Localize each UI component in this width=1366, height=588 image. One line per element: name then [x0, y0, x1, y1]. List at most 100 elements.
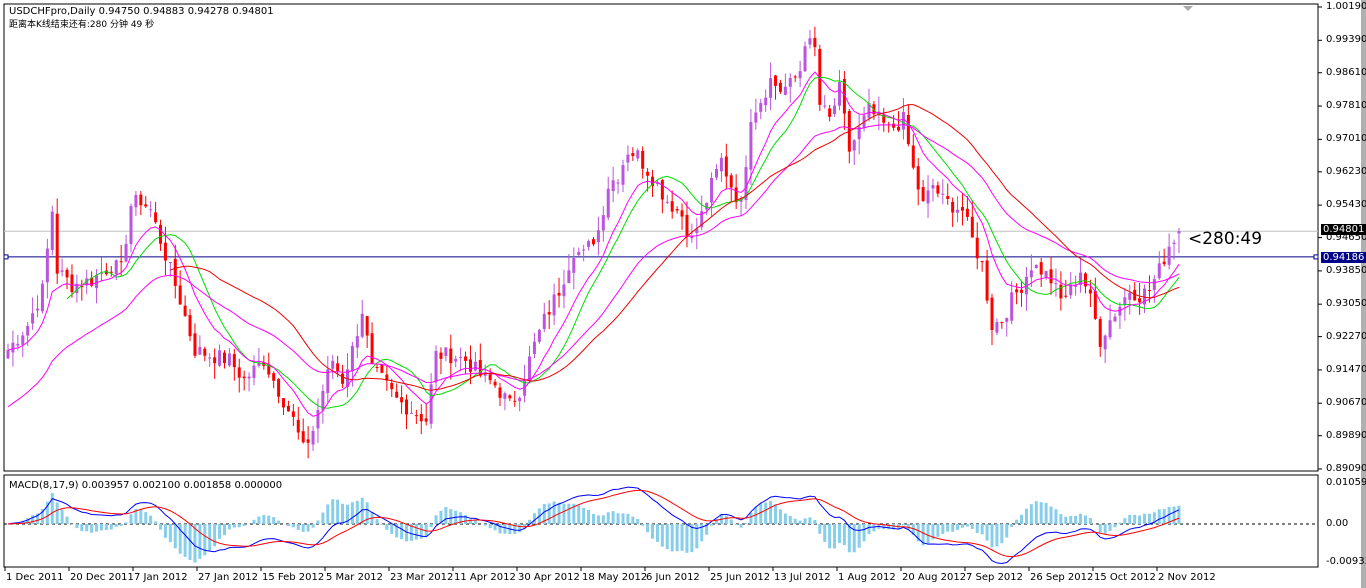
candle-body [764, 97, 768, 106]
macd-histogram-bar [1020, 514, 1024, 524]
macd-histogram-bar [601, 515, 605, 524]
candle-body [1044, 271, 1048, 277]
candle-body [439, 352, 443, 359]
candle-body [272, 373, 276, 381]
candle-body [341, 373, 345, 384]
candle-body [163, 242, 167, 261]
candle-body [901, 111, 905, 130]
candle-body [1015, 289, 1019, 293]
candle-body [670, 201, 674, 212]
macd-histogram-bar [336, 499, 340, 524]
macd-histogram-bar [729, 519, 733, 524]
price-axis-label: 0.93850 [1326, 264, 1366, 276]
candle-body [562, 284, 566, 297]
macd-histogram-bar [1064, 516, 1068, 524]
price-axis-label: 0.92270 [1326, 330, 1366, 342]
macd-histogram-bar [104, 524, 108, 530]
macd-axis-zero: 0.00 [1326, 518, 1349, 529]
candle-body [129, 206, 133, 245]
candle-body [936, 185, 940, 194]
price-axis-label: 0.89090 [1326, 463, 1366, 474]
candle-body [1049, 269, 1053, 284]
macd-histogram-bar [65, 516, 69, 524]
candle-body [572, 258, 576, 273]
candle-body [1088, 289, 1092, 294]
macd-histogram-bar [1118, 522, 1122, 524]
macd-histogram-bar [129, 514, 133, 524]
candle-body [1093, 290, 1097, 319]
candle-body [778, 82, 782, 92]
candle-body [498, 387, 502, 398]
price-axis-label: 1.00190 [1326, 1, 1366, 12]
candle-body [788, 78, 792, 87]
candle-body [547, 312, 551, 315]
macd-histogram-bar [803, 518, 807, 524]
macd-histogram-bar [124, 522, 128, 524]
mt4-chart-window[interactable]: USDCHFpro,Daily 0.94750 0.94883 0.94278 … [0, 0, 1366, 588]
macd-histogram-bar [119, 524, 123, 527]
candle-body [960, 207, 964, 211]
candle-body [783, 86, 787, 95]
candle-body [65, 269, 69, 278]
candle-body [1005, 317, 1009, 322]
candle-body [70, 274, 74, 293]
candle-body [769, 78, 773, 98]
macd-histogram-bar [473, 520, 477, 524]
macd-axis-min: -0.00933 [1326, 556, 1366, 567]
candle-body [50, 211, 54, 250]
macd-histogram-bar [60, 509, 64, 524]
macd-histogram-bar [587, 510, 591, 524]
candle-body [680, 210, 684, 217]
price-axis-label: 0.89890 [1326, 429, 1366, 441]
candle-body [1152, 279, 1156, 290]
macd-histogram-bar [695, 524, 699, 549]
macd-histogram-bar [1044, 502, 1048, 524]
macd-histogram-bar [1079, 513, 1083, 524]
macd-histogram-bar [680, 524, 684, 551]
date-axis-label: 26 Sep 2012 [1030, 572, 1094, 583]
macd-histogram-bar [1049, 506, 1053, 524]
macd-histogram-bar [1024, 508, 1028, 524]
macd-histogram-bar [483, 524, 487, 526]
macd-histogram-bar [1000, 524, 1004, 544]
candle-body [946, 196, 950, 199]
candle-body [222, 352, 226, 364]
candle-body [144, 204, 148, 207]
candle-body [921, 187, 925, 201]
macd-histogram-bar [985, 524, 989, 541]
macd-histogram-bar [606, 512, 610, 524]
candle-body [149, 209, 153, 211]
candle-body [168, 261, 172, 263]
macd-histogram-bar [380, 524, 384, 525]
candle-body [803, 46, 807, 72]
macd-histogram-bar [168, 524, 172, 543]
candle-body [916, 166, 920, 190]
candle-body [1138, 298, 1142, 303]
candle-body [134, 195, 138, 208]
right-scrollbar[interactable] [1361, 0, 1366, 588]
price-axis-label: 0.98610 [1326, 66, 1366, 78]
price-axis-label: 0.91470 [1326, 363, 1366, 375]
macd-histogram-bar [626, 513, 630, 524]
macd-histogram-bar [611, 511, 615, 524]
date-axis-label: 2 Nov 2012 [1158, 572, 1216, 583]
macd-histogram-bar [946, 524, 950, 532]
macd-histogram-bar [764, 502, 768, 524]
macd-histogram-bar [823, 524, 827, 543]
candle-body [626, 154, 630, 163]
candle-body [16, 343, 20, 346]
macd-histogram-bar [867, 524, 871, 535]
macd-histogram-bar [109, 524, 113, 530]
candle-body [370, 333, 374, 364]
macd-histogram-bar [636, 519, 640, 524]
candle-body [355, 336, 359, 348]
macd-histogram-bar [1005, 524, 1009, 538]
macd-histogram-bar [670, 524, 674, 552]
macd-histogram-bar [1103, 524, 1107, 535]
candle-body [710, 177, 714, 203]
macd-histogram-bar [306, 524, 310, 532]
macd-histogram-bar [154, 521, 158, 524]
candle-body [636, 150, 640, 159]
macd-histogram-bar [144, 512, 148, 524]
chart-canvas[interactable] [0, 0, 1366, 588]
